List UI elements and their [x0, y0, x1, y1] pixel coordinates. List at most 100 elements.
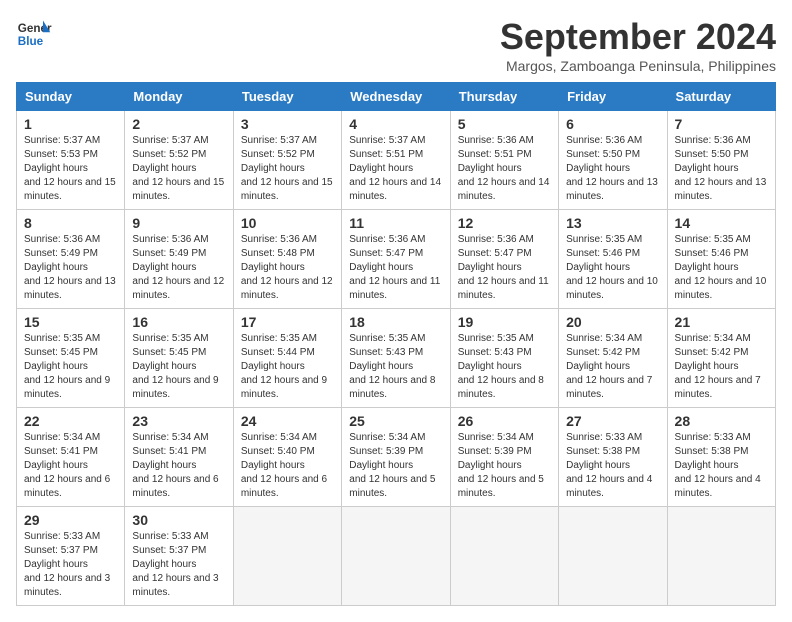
calendar-cell: 16 Sunrise: 5:35 AMSunset: 5:45 PMDaylig…: [125, 309, 233, 408]
logo-icon: General Blue: [16, 16, 52, 52]
calendar-cell: [559, 507, 667, 606]
day-number: 11: [349, 215, 442, 231]
calendar-cell: 20 Sunrise: 5:34 AMSunset: 5:42 PMDaylig…: [559, 309, 667, 408]
day-number: 13: [566, 215, 659, 231]
svg-text:Blue: Blue: [18, 35, 44, 48]
day-detail: Sunrise: 5:34 AMSunset: 5:41 PMDaylight …: [132, 432, 218, 499]
day-number: 17: [241, 314, 334, 330]
day-detail: Sunrise: 5:36 AMSunset: 5:49 PMDaylight …: [24, 234, 116, 301]
day-number: 21: [675, 314, 768, 330]
calendar-cell: 6 Sunrise: 5:36 AMSunset: 5:50 PMDayligh…: [559, 111, 667, 210]
calendar-cell: 10 Sunrise: 5:36 AMSunset: 5:48 PMDaylig…: [233, 210, 341, 309]
day-detail: Sunrise: 5:36 AMSunset: 5:50 PMDaylight …: [566, 135, 658, 202]
day-detail: Sunrise: 5:35 AMSunset: 5:44 PMDaylight …: [241, 333, 327, 400]
calendar-cell: 21 Sunrise: 5:34 AMSunset: 5:42 PMDaylig…: [667, 309, 775, 408]
day-number: 29: [24, 512, 117, 528]
day-detail: Sunrise: 5:36 AMSunset: 5:47 PMDaylight …: [458, 234, 549, 301]
day-number: 2: [132, 116, 225, 132]
day-detail: Sunrise: 5:33 AMSunset: 5:38 PMDaylight …: [566, 432, 652, 499]
day-number: 15: [24, 314, 117, 330]
day-number: 8: [24, 215, 117, 231]
calendar-cell: 15 Sunrise: 5:35 AMSunset: 5:45 PMDaylig…: [17, 309, 125, 408]
calendar-cell: 25 Sunrise: 5:34 AMSunset: 5:39 PMDaylig…: [342, 408, 450, 507]
calendar-week-2: 15 Sunrise: 5:35 AMSunset: 5:45 PMDaylig…: [17, 309, 776, 408]
location-subtitle: Margos, Zamboanga Peninsula, Philippines: [500, 58, 776, 74]
month-title: September 2024: [500, 16, 776, 58]
calendar-cell: 26 Sunrise: 5:34 AMSunset: 5:39 PMDaylig…: [450, 408, 558, 507]
calendar-cell: 3 Sunrise: 5:37 AMSunset: 5:52 PMDayligh…: [233, 111, 341, 210]
day-detail: Sunrise: 5:34 AMSunset: 5:41 PMDaylight …: [24, 432, 110, 499]
calendar-cell: 5 Sunrise: 5:36 AMSunset: 5:51 PMDayligh…: [450, 111, 558, 210]
logo: General Blue: [16, 16, 52, 52]
day-detail: Sunrise: 5:34 AMSunset: 5:42 PMDaylight …: [566, 333, 652, 400]
day-detail: Sunrise: 5:33 AMSunset: 5:38 PMDaylight …: [675, 432, 761, 499]
calendar-cell: 12 Sunrise: 5:36 AMSunset: 5:47 PMDaylig…: [450, 210, 558, 309]
calendar-week-4: 29 Sunrise: 5:33 AMSunset: 5:37 PMDaylig…: [17, 507, 776, 606]
day-number: 14: [675, 215, 768, 231]
day-number: 3: [241, 116, 334, 132]
day-detail: Sunrise: 5:35 AMSunset: 5:45 PMDaylight …: [24, 333, 110, 400]
day-detail: Sunrise: 5:35 AMSunset: 5:43 PMDaylight …: [458, 333, 544, 400]
day-number: 27: [566, 413, 659, 429]
calendar-week-0: 1 Sunrise: 5:37 AMSunset: 5:53 PMDayligh…: [17, 111, 776, 210]
day-detail: Sunrise: 5:36 AMSunset: 5:51 PMDaylight …: [458, 135, 550, 202]
calendar-cell: 27 Sunrise: 5:33 AMSunset: 5:38 PMDaylig…: [559, 408, 667, 507]
day-number: 23: [132, 413, 225, 429]
page-header: General Blue September 2024 Margos, Zamb…: [16, 16, 776, 74]
day-number: 26: [458, 413, 551, 429]
day-number: 6: [566, 116, 659, 132]
calendar-cell: 13 Sunrise: 5:35 AMSunset: 5:46 PMDaylig…: [559, 210, 667, 309]
day-number: 18: [349, 314, 442, 330]
day-detail: Sunrise: 5:35 AMSunset: 5:46 PMDaylight …: [675, 234, 767, 301]
calendar-cell: 4 Sunrise: 5:37 AMSunset: 5:51 PMDayligh…: [342, 111, 450, 210]
day-number: 19: [458, 314, 551, 330]
calendar-cell: 23 Sunrise: 5:34 AMSunset: 5:41 PMDaylig…: [125, 408, 233, 507]
weekday-header-saturday: Saturday: [667, 83, 775, 111]
day-detail: Sunrise: 5:36 AMSunset: 5:49 PMDaylight …: [132, 234, 224, 301]
day-detail: Sunrise: 5:33 AMSunset: 5:37 PMDaylight …: [24, 531, 110, 598]
day-number: 24: [241, 413, 334, 429]
day-number: 9: [132, 215, 225, 231]
day-number: 10: [241, 215, 334, 231]
weekday-header-friday: Friday: [559, 83, 667, 111]
day-detail: Sunrise: 5:35 AMSunset: 5:43 PMDaylight …: [349, 333, 435, 400]
calendar-cell: 24 Sunrise: 5:34 AMSunset: 5:40 PMDaylig…: [233, 408, 341, 507]
day-number: 22: [24, 413, 117, 429]
day-detail: Sunrise: 5:35 AMSunset: 5:46 PMDaylight …: [566, 234, 658, 301]
day-detail: Sunrise: 5:33 AMSunset: 5:37 PMDaylight …: [132, 531, 218, 598]
calendar-cell: [667, 507, 775, 606]
calendar-cell: 9 Sunrise: 5:36 AMSunset: 5:49 PMDayligh…: [125, 210, 233, 309]
calendar-cell: [450, 507, 558, 606]
calendar-cell: [233, 507, 341, 606]
calendar-cell: 14 Sunrise: 5:35 AMSunset: 5:46 PMDaylig…: [667, 210, 775, 309]
day-number: 12: [458, 215, 551, 231]
day-number: 5: [458, 116, 551, 132]
title-area: September 2024 Margos, Zamboanga Peninsu…: [500, 16, 776, 74]
day-number: 28: [675, 413, 768, 429]
weekday-header-wednesday: Wednesday: [342, 83, 450, 111]
day-number: 7: [675, 116, 768, 132]
calendar-cell: 28 Sunrise: 5:33 AMSunset: 5:38 PMDaylig…: [667, 408, 775, 507]
day-detail: Sunrise: 5:36 AMSunset: 5:47 PMDaylight …: [349, 234, 440, 301]
calendar-cell: 22 Sunrise: 5:34 AMSunset: 5:41 PMDaylig…: [17, 408, 125, 507]
calendar-week-1: 8 Sunrise: 5:36 AMSunset: 5:49 PMDayligh…: [17, 210, 776, 309]
day-detail: Sunrise: 5:34 AMSunset: 5:39 PMDaylight …: [458, 432, 544, 499]
weekday-header-thursday: Thursday: [450, 83, 558, 111]
day-number: 1: [24, 116, 117, 132]
calendar-cell: 7 Sunrise: 5:36 AMSunset: 5:50 PMDayligh…: [667, 111, 775, 210]
calendar-table: SundayMondayTuesdayWednesdayThursdayFrid…: [16, 82, 776, 606]
calendar-cell: 17 Sunrise: 5:35 AMSunset: 5:44 PMDaylig…: [233, 309, 341, 408]
weekday-header-tuesday: Tuesday: [233, 83, 341, 111]
calendar-cell: 8 Sunrise: 5:36 AMSunset: 5:49 PMDayligh…: [17, 210, 125, 309]
day-detail: Sunrise: 5:34 AMSunset: 5:42 PMDaylight …: [675, 333, 761, 400]
day-detail: Sunrise: 5:37 AMSunset: 5:52 PMDaylight …: [241, 135, 333, 202]
calendar-cell: 18 Sunrise: 5:35 AMSunset: 5:43 PMDaylig…: [342, 309, 450, 408]
calendar-week-3: 22 Sunrise: 5:34 AMSunset: 5:41 PMDaylig…: [17, 408, 776, 507]
calendar-cell: 11 Sunrise: 5:36 AMSunset: 5:47 PMDaylig…: [342, 210, 450, 309]
weekday-header-sunday: Sunday: [17, 83, 125, 111]
calendar-cell: 30 Sunrise: 5:33 AMSunset: 5:37 PMDaylig…: [125, 507, 233, 606]
day-detail: Sunrise: 5:37 AMSunset: 5:51 PMDaylight …: [349, 135, 441, 202]
day-number: 25: [349, 413, 442, 429]
weekday-header-monday: Monday: [125, 83, 233, 111]
day-number: 30: [132, 512, 225, 528]
